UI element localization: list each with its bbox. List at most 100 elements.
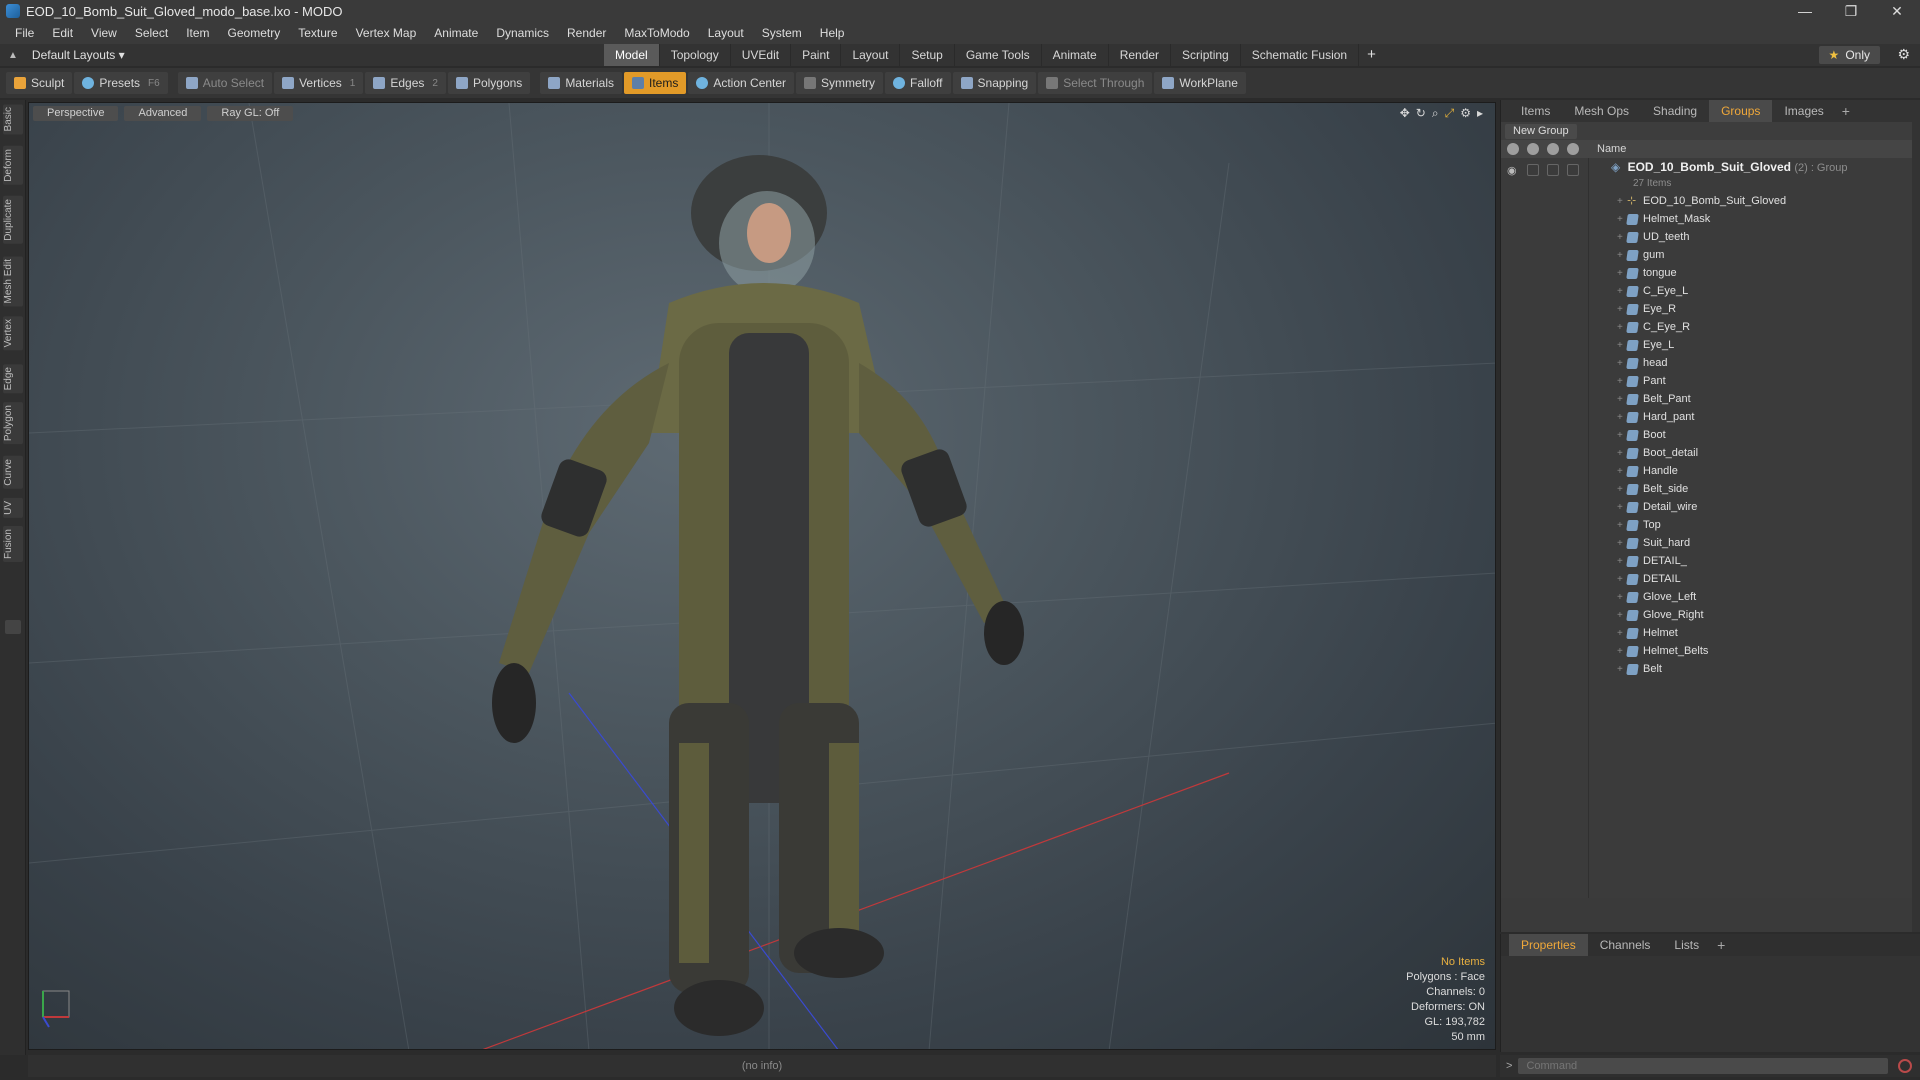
layout-selector[interactable]: ▲ Default Layouts ▾ — [0, 48, 600, 62]
tree-item[interactable]: + Boot_detail — [1617, 444, 1698, 462]
tab-game-tools[interactable]: Game Tools — [955, 44, 1042, 66]
menu-help[interactable]: Help — [811, 22, 854, 44]
tree-item[interactable]: + Detail_wire — [1617, 498, 1697, 516]
vertices-button[interactable]: Vertices 1 — [274, 72, 364, 94]
command-input[interactable] — [1518, 1058, 1889, 1074]
tree-item[interactable]: + Helmet — [1617, 624, 1678, 642]
tree-item[interactable]: + Glove_Left — [1617, 588, 1696, 606]
tab-shading[interactable]: Shading — [1641, 100, 1709, 122]
vtab-curve[interactable]: Curve — [3, 456, 23, 489]
group-row[interactable]: ◈ EOD_10_Bomb_Suit_Gloved (2) : Group — [1611, 160, 1848, 174]
symmetry-button[interactable]: Symmetry — [796, 72, 884, 94]
add-panel-tab-button[interactable]: + — [1836, 103, 1856, 119]
select-toggle[interactable] — [1567, 164, 1579, 176]
tree-item[interactable]: + DETAIL_ — [1617, 552, 1687, 570]
viewport-expand-icon[interactable]: ▸ — [1477, 106, 1483, 121]
polygons-button[interactable]: Polygons — [447, 72, 531, 94]
add-tab-button[interactable]: + — [1359, 44, 1384, 66]
tree-item[interactable]: + Suit_hard — [1617, 534, 1690, 552]
tab-mesh-ops[interactable]: Mesh Ops — [1562, 100, 1641, 122]
tree-item[interactable]: + Hard_pant — [1617, 408, 1694, 426]
action-center-button[interactable]: Action Center — [688, 72, 795, 94]
layout-switch-icon[interactable]: ▲ — [8, 50, 18, 61]
name-column-header[interactable]: Name — [1591, 143, 1626, 155]
tab-channels[interactable]: Channels — [1588, 934, 1663, 956]
close-button[interactable]: ✕ — [1874, 0, 1920, 22]
stop-icon[interactable] — [1898, 1059, 1913, 1073]
tree-item[interactable]: + Belt_Pant — [1617, 390, 1691, 408]
tree-item[interactable]: + Eye_R — [1617, 300, 1676, 318]
zoom-view-icon[interactable]: ⌕ — [1432, 106, 1439, 121]
menu-dynamics[interactable]: Dynamics — [487, 22, 558, 44]
tab-scripting[interactable]: Scripting — [1171, 44, 1241, 66]
tab-lists[interactable]: Lists — [1662, 934, 1711, 956]
menu-geometry[interactable]: Geometry — [219, 22, 290, 44]
tree-item[interactable]: + Helmet_Belts — [1617, 642, 1708, 660]
tab-animate[interactable]: Animate — [1042, 44, 1109, 66]
menu-maxtomodo[interactable]: MaxToModo — [615, 22, 698, 44]
lock-column-icon[interactable] — [1547, 143, 1559, 155]
tree-item[interactable]: + head — [1617, 354, 1667, 372]
fit-view-icon[interactable]: ⤢ — [1445, 106, 1455, 121]
tree-item[interactable]: + Helmet_Mask — [1617, 210, 1710, 228]
tree-item[interactable]: + Boot — [1617, 426, 1666, 444]
add-properties-tab-button[interactable]: + — [1711, 937, 1731, 953]
edges-button[interactable]: Edges 2 — [365, 72, 446, 94]
items-button[interactable]: Items — [624, 72, 687, 94]
tab-layout[interactable]: Layout — [841, 44, 901, 66]
select-column-icon[interactable] — [1567, 143, 1579, 155]
render-toggle[interactable] — [1527, 164, 1539, 176]
items-scrollbar[interactable] — [1912, 122, 1920, 932]
menu-texture[interactable]: Texture — [289, 22, 346, 44]
snapping-button[interactable]: Snapping — [952, 72, 1037, 94]
viewport-settings-icon[interactable]: ⚙ — [1460, 106, 1471, 121]
3d-viewport[interactable]: Perspective Advanced Ray GL: Off ✥ ↻ ⌕ ⤢… — [28, 102, 1496, 1050]
rotate-view-icon[interactable]: ↻ — [1416, 106, 1426, 121]
panel-toggle-icon[interactable] — [5, 620, 21, 634]
workplane-button[interactable]: WorkPlane — [1154, 72, 1246, 94]
tree-item[interactable]: + UD_teeth — [1617, 228, 1689, 246]
tab-groups[interactable]: Groups — [1709, 100, 1773, 122]
vtab-uv[interactable]: UV — [3, 498, 23, 518]
vtab-vertex[interactable]: Vertex — [3, 316, 23, 351]
tree-item[interactable]: + Eye_L — [1617, 336, 1674, 354]
tree-item[interactable]: + C_Eye_R — [1617, 318, 1690, 336]
new-group-button[interactable]: New Group — [1505, 123, 1577, 139]
tab-schematic-fusion[interactable]: Schematic Fusion — [1241, 44, 1360, 66]
menu-vertex-map[interactable]: Vertex Map — [347, 22, 426, 44]
raygl-button[interactable]: Ray GL: Off — [207, 106, 294, 121]
vtab-polygon[interactable]: Polygon — [3, 402, 23, 445]
vtab-edge[interactable]: Edge — [3, 364, 23, 394]
tab-uvedit[interactable]: UVEdit — [731, 44, 792, 66]
tab-model[interactable]: Model — [604, 44, 660, 66]
restore-button[interactable]: ❐ — [1828, 0, 1874, 22]
minimize-button[interactable]: — — [1782, 0, 1828, 22]
menu-animate[interactable]: Animate — [425, 22, 487, 44]
only-button[interactable]: ★ Only — [1818, 46, 1880, 64]
advanced-button[interactable]: Advanced — [124, 106, 202, 121]
menu-item[interactable]: Item — [177, 22, 218, 44]
menu-file[interactable]: File — [6, 22, 43, 44]
visibility-column-icon[interactable] — [1507, 143, 1519, 155]
presets-button[interactable]: Presets F6 — [74, 72, 168, 94]
vtab-basic[interactable]: Basic — [3, 104, 23, 135]
materials-button[interactable]: Materials — [540, 72, 622, 94]
move-view-icon[interactable]: ✥ — [1400, 106, 1410, 121]
menu-edit[interactable]: Edit — [43, 22, 82, 44]
select-through-button[interactable]: Select Through — [1038, 72, 1153, 94]
vtab-duplicate[interactable]: Duplicate — [3, 196, 23, 244]
tree-item[interactable]: + Belt_side — [1617, 480, 1688, 498]
menu-render[interactable]: Render — [558, 22, 615, 44]
menu-layout[interactable]: Layout — [699, 22, 753, 44]
tab-images[interactable]: Images — [1772, 100, 1835, 122]
eye-icon[interactable]: ◉ — [1507, 164, 1519, 177]
tree-item[interactable]: + Pant — [1617, 372, 1666, 390]
vtab-deform[interactable]: Deform — [3, 146, 23, 185]
sculpt-button[interactable]: Sculpt — [6, 72, 73, 94]
tab-setup[interactable]: Setup — [900, 44, 955, 66]
tab-items[interactable]: Items — [1509, 100, 1562, 122]
render-column-icon[interactable] — [1527, 143, 1539, 155]
tree-item[interactable]: + Belt — [1617, 660, 1662, 678]
menu-select[interactable]: Select — [126, 22, 177, 44]
gear-icon[interactable]: ⚙ — [1897, 46, 1910, 63]
